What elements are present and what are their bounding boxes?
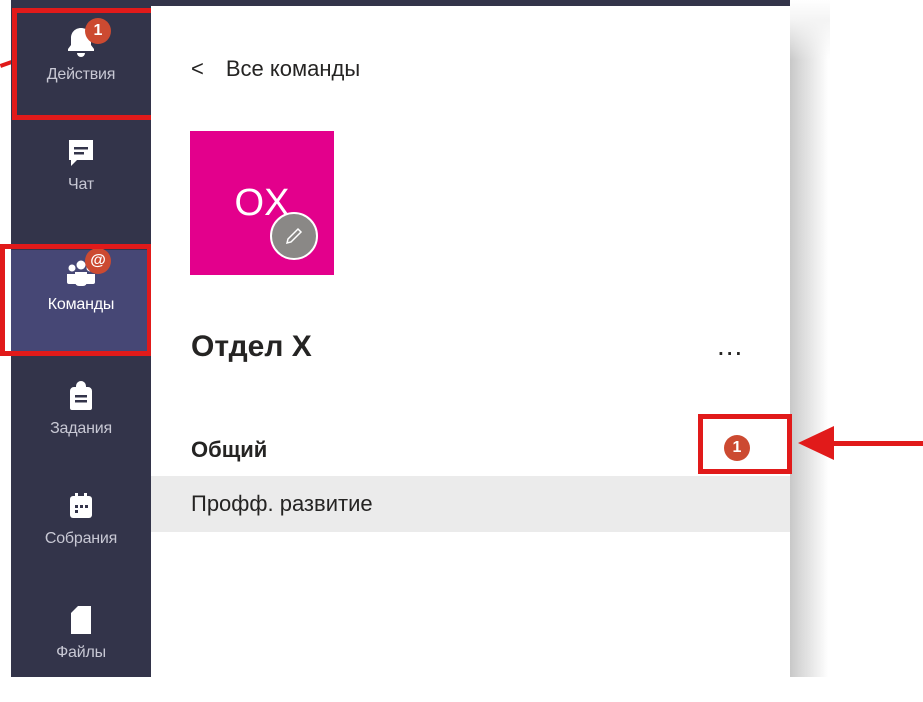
rail-item-label: Чат — [68, 176, 94, 193]
annotation-arrow-line — [830, 441, 923, 446]
highlight-activity — [12, 8, 162, 120]
more-options-button[interactable]: ... — [717, 330, 743, 362]
highlight-teams — [0, 244, 152, 356]
chat-icon — [63, 134, 99, 170]
panel-shadow-top — [790, 0, 830, 60]
rail-item-label: Собрания — [44, 530, 118, 547]
team-avatar: OX — [190, 131, 334, 275]
highlight-channel-badge — [698, 414, 792, 474]
channel-general[interactable]: Общий — [151, 422, 790, 478]
rail-item-chat[interactable]: Чат — [11, 130, 151, 234]
file-icon — [63, 602, 99, 638]
annotation-arrow-icon — [798, 426, 834, 460]
channel-label: Профф. развитие — [191, 491, 373, 516]
rail-item-label: Файлы — [56, 644, 106, 661]
chevron-left-icon: < — [191, 56, 204, 81]
panel-top-bar — [151, 0, 790, 6]
rail-item-assignments[interactable]: Задания — [11, 374, 151, 478]
rail-item-label: Задания — [50, 420, 112, 437]
pencil-icon — [285, 227, 303, 245]
team-name: Отдел X — [191, 330, 312, 363]
rail-item-meetings[interactable]: Собрания — [11, 484, 151, 588]
back-label: Все команды — [225, 56, 361, 81]
channel-label: Общий — [191, 437, 268, 462]
channel-professional-development[interactable]: Профф. развитие — [151, 476, 790, 532]
rail-item-files[interactable]: Файлы — [11, 598, 151, 702]
calendar-icon — [63, 488, 99, 524]
back-to-all-teams[interactable]: < Все команды — [191, 56, 360, 82]
backpack-icon — [63, 378, 99, 414]
team-panel: < Все команды OX Отдел X ... Общий 1 Про… — [151, 0, 790, 677]
edit-avatar-button[interactable] — [270, 212, 318, 260]
